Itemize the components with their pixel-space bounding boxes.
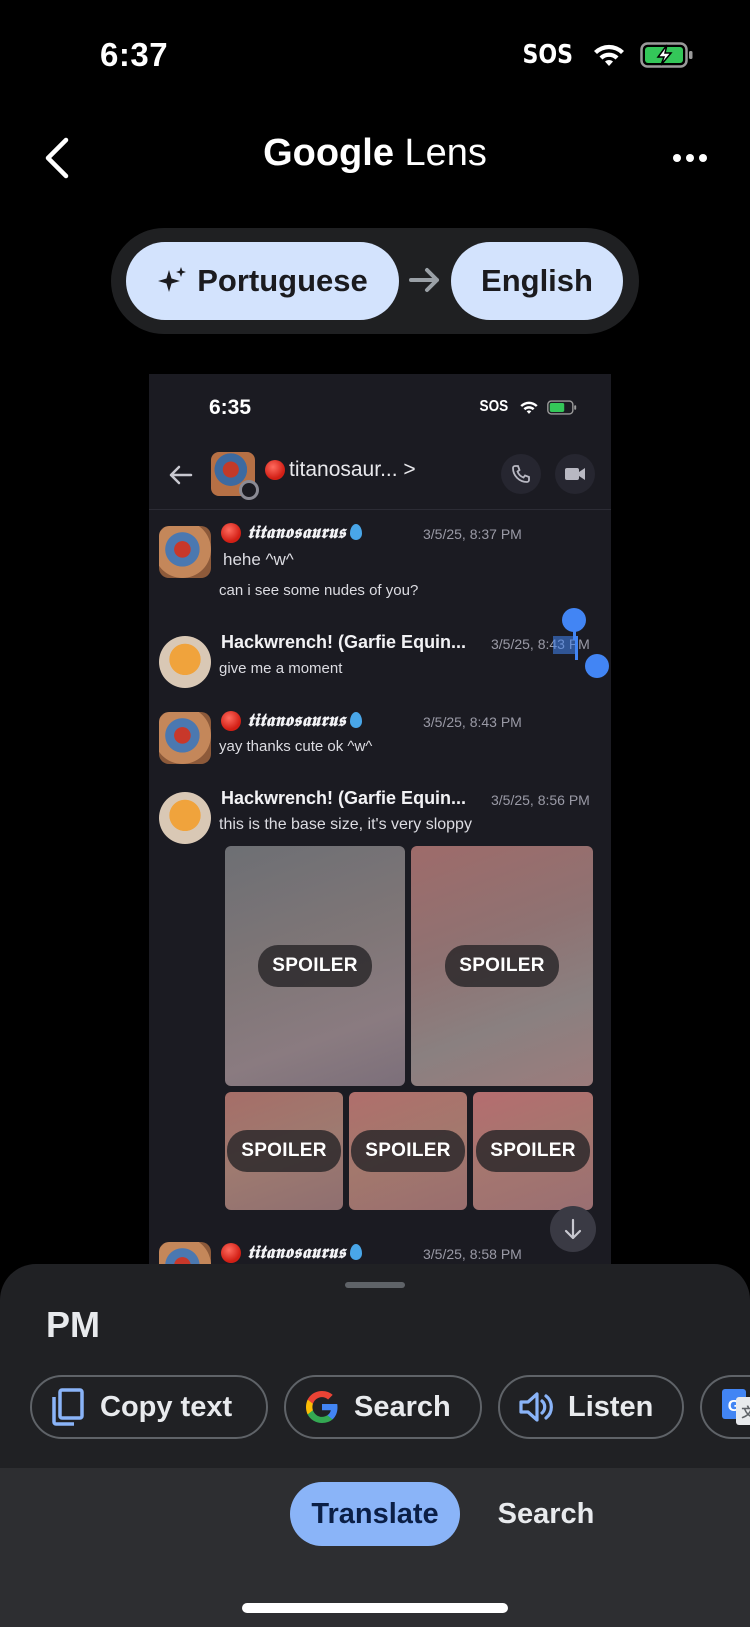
drag-handle[interactable] bbox=[345, 1282, 405, 1288]
message-text: yay thanks cute ok ^w^ bbox=[219, 738, 373, 755]
red-circle-emoji bbox=[265, 460, 285, 480]
spoiler-image: SPOILER bbox=[225, 846, 405, 1086]
copy-text-label: Copy text bbox=[100, 1390, 233, 1423]
preview-call-button bbox=[501, 454, 541, 494]
sparkle-icon bbox=[158, 267, 187, 292]
video-camera-icon bbox=[565, 468, 585, 480]
spoiler-image: SPOILER bbox=[225, 1092, 343, 1210]
battery-charging-icon bbox=[640, 42, 693, 68]
spoiler-label: SPOILER bbox=[227, 1130, 341, 1172]
google-translate-button[interactable]: G 文 bbox=[700, 1375, 750, 1439]
mode-bar: Translate Search bbox=[0, 1468, 750, 1627]
svg-text:文: 文 bbox=[741, 1405, 750, 1421]
phone-icon bbox=[512, 465, 530, 483]
message-author: 𝖙𝖎𝖙𝖆𝖓𝖔𝖘𝖆𝖚𝖗𝖚𝖘 bbox=[221, 710, 363, 731]
source-language-label: Portuguese bbox=[197, 263, 368, 298]
status-bar: 6:37 SOS bbox=[0, 0, 750, 100]
preview-arrow-left-icon bbox=[169, 465, 193, 485]
speaker-icon bbox=[519, 1392, 553, 1422]
avatar bbox=[159, 526, 211, 578]
translate-mode-tab[interactable]: Translate bbox=[290, 1482, 460, 1546]
arrow-right-icon bbox=[409, 268, 439, 292]
selection-end-stem bbox=[575, 636, 578, 660]
preview-channel-name: titanosaur... > bbox=[265, 458, 416, 482]
action-chips: Copy text Search Listen G bbox=[30, 1375, 750, 1439]
preview-battery-icon bbox=[547, 399, 577, 415]
message-author: 𝖙𝖎𝖙𝖆𝖓𝖔𝖘𝖆𝖚𝖗𝖚𝖘 bbox=[221, 1242, 363, 1263]
status-icons: SOS bbox=[518, 40, 694, 70]
search-mode-tab[interactable]: Search bbox=[476, 1482, 616, 1546]
avatar bbox=[159, 636, 211, 688]
app-title: Google Lens bbox=[0, 132, 750, 175]
spoiler-label: SPOILER bbox=[258, 945, 372, 987]
spoiler-label: SPOILER bbox=[351, 1130, 465, 1172]
arrow-down-icon bbox=[564, 1218, 582, 1240]
avatar bbox=[159, 712, 211, 764]
source-language-button[interactable]: Portuguese bbox=[126, 242, 399, 320]
message-timestamp: 3/5/25, 8:43 PM bbox=[423, 714, 522, 730]
title-product: Lens bbox=[404, 132, 487, 174]
message-author: 𝖙𝖎𝖙𝖆𝖓𝖔𝖘𝖆𝖚𝖗𝖚𝖘 bbox=[221, 522, 363, 543]
message-timestamp: 3/5/25, 8:37 PM bbox=[423, 526, 522, 542]
selection-end-handle[interactable] bbox=[585, 654, 609, 678]
droplet-emoji bbox=[350, 712, 363, 728]
app-header: Google Lens bbox=[0, 120, 750, 200]
target-language-label: English bbox=[481, 263, 593, 298]
spoiler-image: SPOILER bbox=[411, 846, 593, 1086]
spoiler-label: SPOILER bbox=[476, 1130, 590, 1172]
message-text: this is the base size, it's very sloppy bbox=[219, 816, 472, 833]
preview-chat-header: titanosaur... > bbox=[149, 452, 611, 510]
message-text: hehe ^w^ bbox=[223, 550, 294, 569]
avatar bbox=[159, 1242, 211, 1264]
title-brand: Google bbox=[263, 132, 394, 174]
search-button[interactable]: Search bbox=[284, 1375, 482, 1439]
copy-icon bbox=[52, 1388, 84, 1426]
spoiler-image: SPOILER bbox=[473, 1092, 593, 1210]
carrier-label: SOS bbox=[522, 40, 574, 70]
preview-video-button bbox=[555, 454, 595, 494]
message-author: Hackwrench! (Garfie Equin... bbox=[221, 632, 467, 652]
target-language-button[interactable]: English bbox=[451, 242, 623, 320]
result-sheet: PM Copy text Search Listen G bbox=[0, 1264, 750, 1468]
message-timestamp: 3/5/25, 8:56 PM bbox=[491, 792, 590, 808]
language-switcher: Portuguese English bbox=[111, 228, 639, 334]
preview-status-time: 6:35 bbox=[209, 396, 252, 419]
selection-start-handle[interactable] bbox=[562, 608, 586, 632]
preview-status-icons: SOS bbox=[477, 398, 577, 416]
droplet-emoji bbox=[350, 524, 363, 540]
scroll-to-bottom-button bbox=[550, 1206, 596, 1252]
google-logo-icon bbox=[306, 1391, 338, 1423]
message-text: give me a moment bbox=[219, 660, 343, 677]
home-indicator[interactable] bbox=[242, 1603, 508, 1613]
selected-text[interactable]: PM bbox=[46, 1304, 100, 1346]
avatar bbox=[159, 792, 211, 844]
wifi-icon bbox=[594, 44, 624, 66]
status-time: 6:37 bbox=[100, 36, 169, 73]
spoiler-image: SPOILER bbox=[349, 1092, 467, 1210]
copy-text-button[interactable]: Copy text bbox=[30, 1375, 268, 1439]
google-translate-icon: G 文 bbox=[722, 1389, 750, 1425]
spoiler-label: SPOILER bbox=[445, 945, 559, 987]
droplet-emoji bbox=[350, 1244, 363, 1260]
text-selection-highlight bbox=[553, 636, 575, 654]
more-options-button[interactable] bbox=[664, 138, 716, 178]
listen-label: Listen bbox=[568, 1390, 654, 1423]
more-horizontal-icon bbox=[673, 154, 707, 162]
preview-carrier: SOS bbox=[479, 398, 509, 415]
search-label: Search bbox=[354, 1390, 451, 1423]
message-text: can i see some nudes of you? bbox=[219, 582, 419, 599]
preview-wifi-icon bbox=[520, 401, 538, 414]
message-timestamp: 3/5/25, 8:58 PM bbox=[423, 1246, 522, 1262]
captured-image[interactable]: 6:35 SOS titanosaur... > 𝖙𝖎𝖙𝖆𝖓𝖔𝖘𝖆𝖚𝖗𝖚𝖘 3/… bbox=[149, 374, 611, 1264]
preview-channel-avatar bbox=[211, 452, 259, 500]
message-author: Hackwrench! (Garfie Equin... bbox=[221, 788, 467, 808]
listen-button[interactable]: Listen bbox=[498, 1375, 684, 1439]
